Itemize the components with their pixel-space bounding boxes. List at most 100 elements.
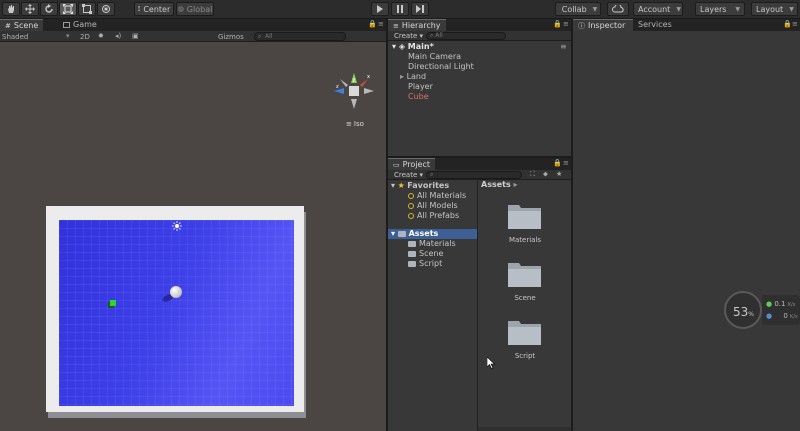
- hierarchy-item-main-camera[interactable]: Main Camera: [388, 52, 571, 62]
- asset-folder-materials[interactable]: Materials: [500, 202, 550, 252]
- pause-button[interactable]: [391, 2, 409, 16]
- lock-icon[interactable]: 🔒: [553, 20, 562, 28]
- move-tool-button[interactable]: [21, 2, 39, 16]
- cloud-button[interactable]: [607, 2, 629, 16]
- lock-icon[interactable]: 🔒: [553, 159, 562, 167]
- asset-label: Scene: [514, 294, 536, 302]
- transform-tool-button[interactable]: [97, 2, 115, 16]
- audio-toggle-icon[interactable]: ◂): [115, 32, 121, 40]
- projection-label: Iso: [353, 120, 364, 128]
- scene-search-input[interactable]: ⌕ All: [254, 32, 346, 41]
- hierarchy-item-directional-light[interactable]: Directional Light: [388, 62, 571, 72]
- hierarchy-search-input[interactable]: ⌕ All: [426, 32, 506, 40]
- scene-orientation-gizmo[interactable]: y z x: [330, 69, 376, 117]
- hierarchy-scene-row[interactable]: ▾ ◈ Main* ≡: [388, 42, 571, 52]
- panel-menu-icon[interactable]: ≡: [792, 20, 798, 28]
- lock-icon[interactable]: 🔒: [368, 20, 377, 28]
- hierarchy-item-land[interactable]: ▸ Land: [388, 72, 571, 82]
- rect-transform-icon: [82, 4, 92, 14]
- hierarchy-create-button[interactable]: Create ▾: [394, 32, 423, 40]
- space-global-toggle[interactable]: ◍ Global: [176, 2, 214, 16]
- scene-viewport[interactable]: y z x ≡ Iso: [0, 42, 386, 431]
- pivot-center-toggle[interactable]: ⟟ Center: [134, 2, 174, 16]
- tab-services[interactable]: Services: [633, 19, 677, 31]
- tab-game[interactable]: Game: [58, 19, 102, 31]
- play-button[interactable]: [371, 2, 389, 16]
- tab-services-label: Services: [638, 20, 672, 29]
- hand-tool-button[interactable]: [2, 2, 20, 16]
- pivot-label: Center: [143, 4, 171, 14]
- tree-folder-script[interactable]: Script: [388, 259, 477, 269]
- hierarchy-item-cube[interactable]: Cube: [388, 92, 571, 102]
- filter-label-icon[interactable]: ⬥: [543, 170, 548, 179]
- hierarchy-item-player[interactable]: Player: [388, 82, 571, 92]
- upload-arrow-icon: ●: [766, 300, 773, 308]
- chevron-down-icon: ▼: [676, 5, 681, 13]
- tab-scene[interactable]: # Scene: [0, 19, 44, 31]
- panel-menu-icon[interactable]: ≡: [378, 20, 384, 28]
- search-icon: [408, 212, 414, 219]
- asset-label: Materials: [508, 236, 542, 244]
- account-dropdown[interactable]: Account ▼: [633, 2, 683, 16]
- player-sphere[interactable]: [170, 286, 182, 298]
- chevron-right-icon: ▸: [513, 180, 518, 189]
- tree-favorites[interactable]: ▾ ★ Favorites: [388, 181, 477, 191]
- asset-folder-scene[interactable]: Scene: [500, 260, 550, 310]
- collab-dropdown[interactable]: Collab ▼: [555, 2, 601, 16]
- tree-favorite-all-prefabs[interactable]: All Prefabs: [388, 211, 477, 221]
- scale-tool-button[interactable]: [59, 2, 77, 16]
- create-label: Create: [394, 171, 418, 179]
- tree-folder-scene[interactable]: Scene: [388, 249, 477, 259]
- gizmos-label: Gizmos: [218, 33, 244, 41]
- land-floor[interactable]: [59, 220, 294, 406]
- chevron-down-icon: ▼: [789, 5, 794, 13]
- cube-object[interactable]: [110, 300, 116, 306]
- step-icon: [416, 5, 424, 13]
- project-create-button[interactable]: Create ▾: [394, 171, 423, 179]
- layers-dropdown[interactable]: Layers ▼: [695, 2, 745, 16]
- panel-menu-icon[interactable]: ≡: [563, 159, 569, 167]
- rect-tool-button[interactable]: [78, 2, 96, 16]
- svg-text:x: x: [367, 74, 370, 80]
- tab-hierarchy[interactable]: ≡ Hierarchy: [388, 19, 446, 31]
- account-label: Account: [638, 4, 671, 14]
- project-search-input[interactable]: ⌕: [426, 171, 522, 179]
- download-value: 0: [783, 312, 788, 320]
- search-icon: ⌕: [430, 171, 434, 178]
- asset-folder-script[interactable]: Script: [500, 318, 550, 368]
- tree-favorite-all-models[interactable]: All Models: [388, 201, 477, 211]
- favorite-star-icon[interactable]: ★: [556, 170, 562, 178]
- scene-controls-bar: Shaded ▾ 2D ✹ ◂) ▣ Gizmos ⌕ All: [0, 31, 386, 42]
- folder-icon: [408, 240, 416, 247]
- hierarchy-subbar: Create ▾ ⌕ All: [388, 31, 571, 41]
- chevron-down-icon: ▼: [592, 5, 598, 13]
- filter-type-icon[interactable]: ⛶: [530, 170, 535, 179]
- tab-inspector[interactable]: ⓘ Inspector: [573, 19, 633, 31]
- folder-icon: [508, 205, 541, 229]
- tree-assets[interactable]: ▾ Assets: [388, 229, 477, 239]
- assets-breadcrumb[interactable]: Assets ▸: [481, 180, 518, 189]
- expand-arrow-icon[interactable]: ▸: [400, 72, 404, 81]
- folder-tab-icon: ▭: [393, 160, 400, 169]
- layout-dropdown[interactable]: Layout ▼: [751, 2, 798, 16]
- tree-favorite-all-materials[interactable]: All Materials: [388, 191, 477, 201]
- panel-menu-icon[interactable]: ≡: [563, 20, 569, 28]
- scene-menu-icon[interactable]: ≡: [560, 42, 567, 52]
- tree-folder-materials[interactable]: Materials: [388, 239, 477, 249]
- asset-label: Script: [514, 352, 536, 360]
- create-label: Create: [394, 32, 418, 40]
- performance-monitor: ● 0.1 K/s ● 0 K/s 53%: [724, 291, 800, 331]
- shading-chevron-icon: ▾: [66, 32, 70, 40]
- directional-light-icon[interactable]: [172, 221, 182, 231]
- step-button[interactable]: [411, 2, 429, 16]
- projection-toggle[interactable]: ≡ Iso: [346, 120, 364, 128]
- lighting-toggle-icon[interactable]: ✹: [98, 32, 104, 40]
- lock-icon[interactable]: 🔒: [783, 20, 792, 28]
- hierarchy-item-label: Directional Light: [408, 62, 474, 71]
- effects-toggle-icon[interactable]: ▣: [132, 32, 139, 40]
- tab-project[interactable]: ▭ Project: [388, 158, 435, 170]
- cpu-gauge: 53%: [724, 291, 762, 329]
- tree-label: All Prefabs: [417, 211, 460, 220]
- rotate-tool-button[interactable]: [40, 2, 58, 16]
- download-unit: K/s: [790, 314, 798, 320]
